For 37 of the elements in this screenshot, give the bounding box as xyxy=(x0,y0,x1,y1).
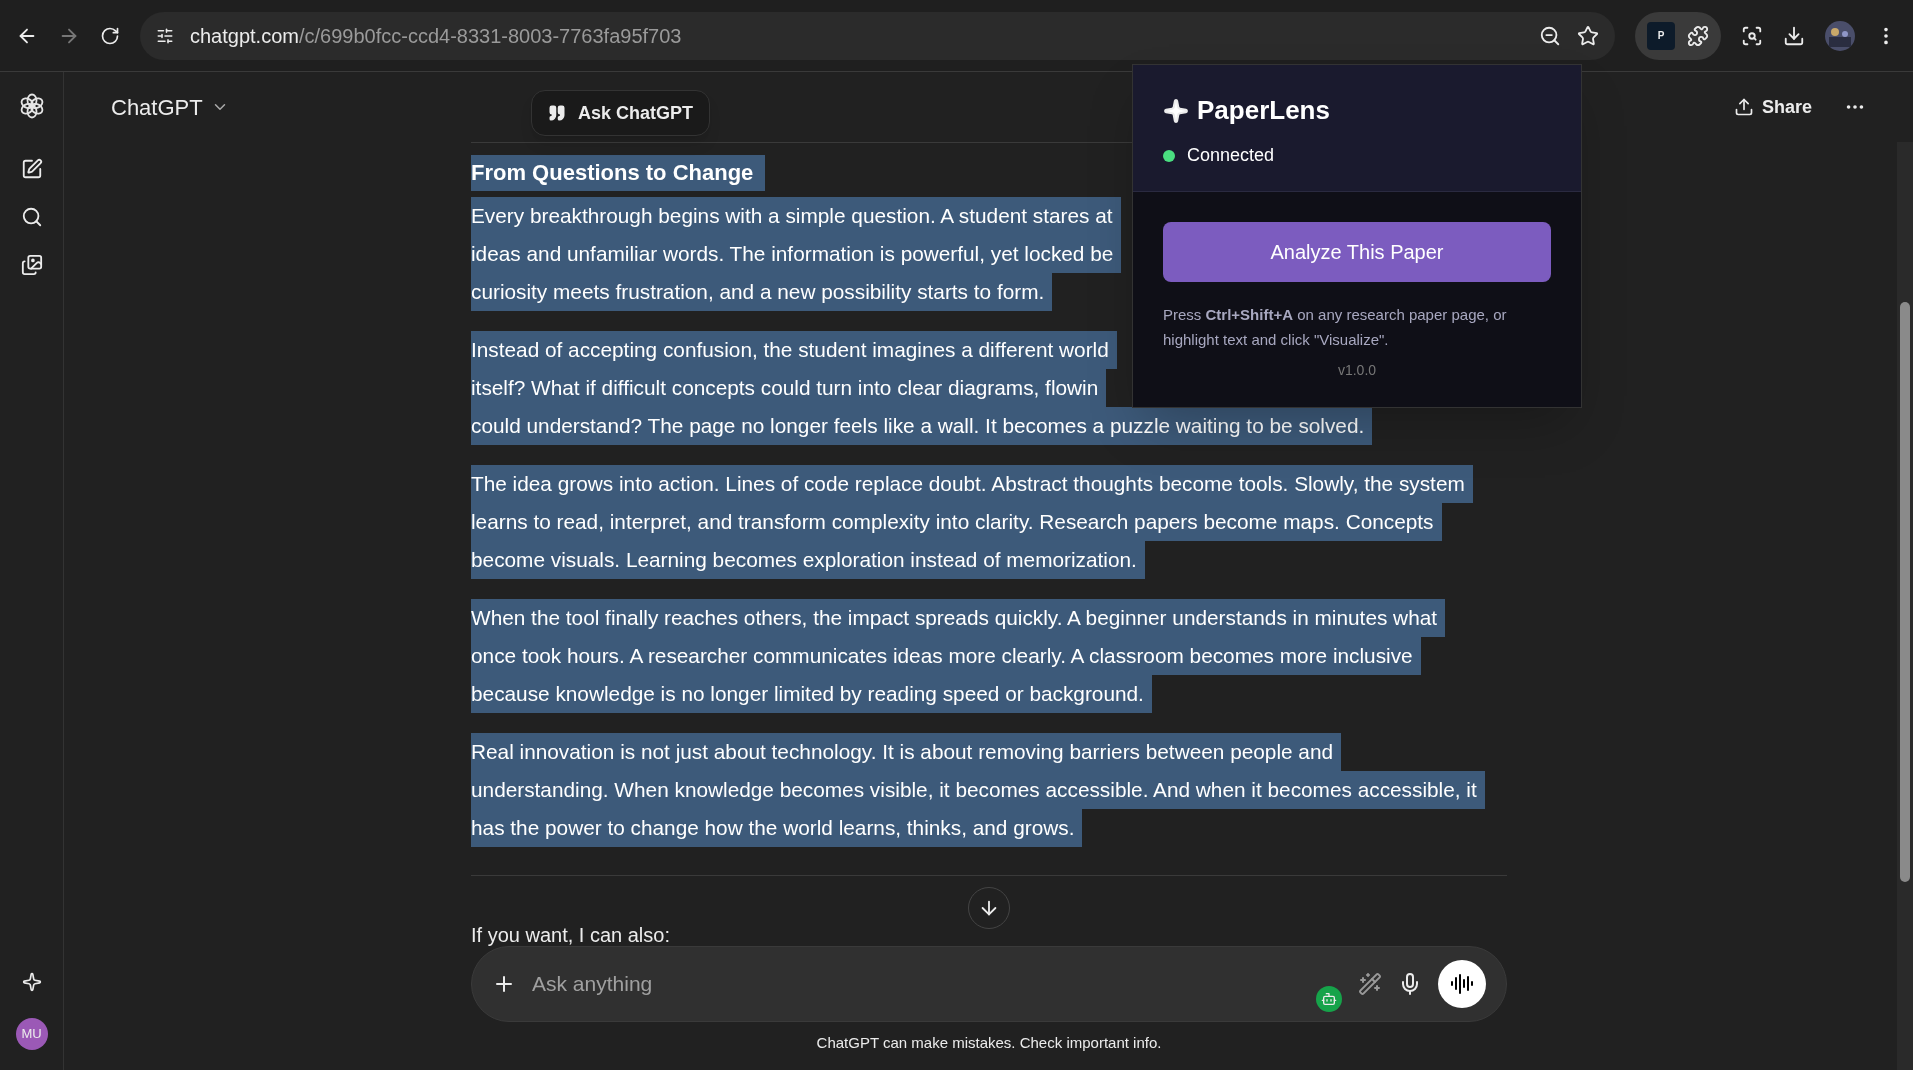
quote-icon xyxy=(548,104,566,122)
scrollbar-thumb[interactable] xyxy=(1900,302,1910,882)
zoom-out-icon[interactable] xyxy=(1539,24,1561,47)
sound-wave-icon xyxy=(1450,972,1474,996)
extension-badge[interactable]: P xyxy=(1647,21,1675,50)
share-icon xyxy=(1733,97,1754,117)
popup-title: PaperLens xyxy=(1197,94,1330,127)
follow-up-text: If you want, I can also: xyxy=(471,923,671,948)
message-input[interactable]: Ask anything xyxy=(532,968,1300,1000)
sparkle-icon xyxy=(1163,97,1189,124)
reload-icon[interactable] xyxy=(100,25,120,46)
disclaimer-text: ChatGPT can make mistakes. Check important info. xyxy=(815,1033,1163,1053)
puzzle-icon[interactable] xyxy=(1687,24,1709,47)
address-bar[interactable]: chatgpt.com/c/699b0fcc-ccd4-8331-8003-7763fa95f703 xyxy=(140,11,1615,60)
wand-icon[interactable] xyxy=(1358,972,1382,996)
site-settings-icon[interactable] xyxy=(156,26,174,45)
url-text: chatgpt.com/c/699b0fcc-ccd4-8331-8003-7763fa95f703 xyxy=(190,23,682,49)
share-button[interactable]: Share xyxy=(1733,93,1812,121)
tab-search-icon[interactable] xyxy=(1741,24,1763,47)
star-icon[interactable] xyxy=(1577,24,1599,47)
analyze-button[interactable]: Analyze This Paper xyxy=(1163,222,1551,282)
download-icon[interactable] xyxy=(1783,24,1805,47)
bot-icon[interactable] xyxy=(1316,986,1342,1012)
ask-chatgpt-button[interactable]: Ask ChatGPT xyxy=(531,90,711,136)
message-field[interactable]: Ask anything xyxy=(471,946,1507,1022)
scroll-down-button[interactable] xyxy=(968,887,1010,929)
sparkle-icon[interactable] xyxy=(21,972,42,992)
images-icon[interactable] xyxy=(20,254,43,276)
version-text: v1.0.0 xyxy=(1336,361,1378,380)
status-label: Connected xyxy=(1187,144,1275,167)
article-heading: From Questions to Change xyxy=(471,155,766,191)
search-icon[interactable] xyxy=(20,206,43,228)
model-selector[interactable]: ChatGPT xyxy=(111,90,229,124)
help-text: Press Ctrl+Shift+A on any research paper page, or highlight text and click "Visualize". xyxy=(1163,305,1508,350)
user-avatar[interactable]: MU xyxy=(15,1018,48,1050)
new-chat-icon[interactable] xyxy=(20,158,43,180)
voice-button[interactable] xyxy=(1438,960,1486,1008)
